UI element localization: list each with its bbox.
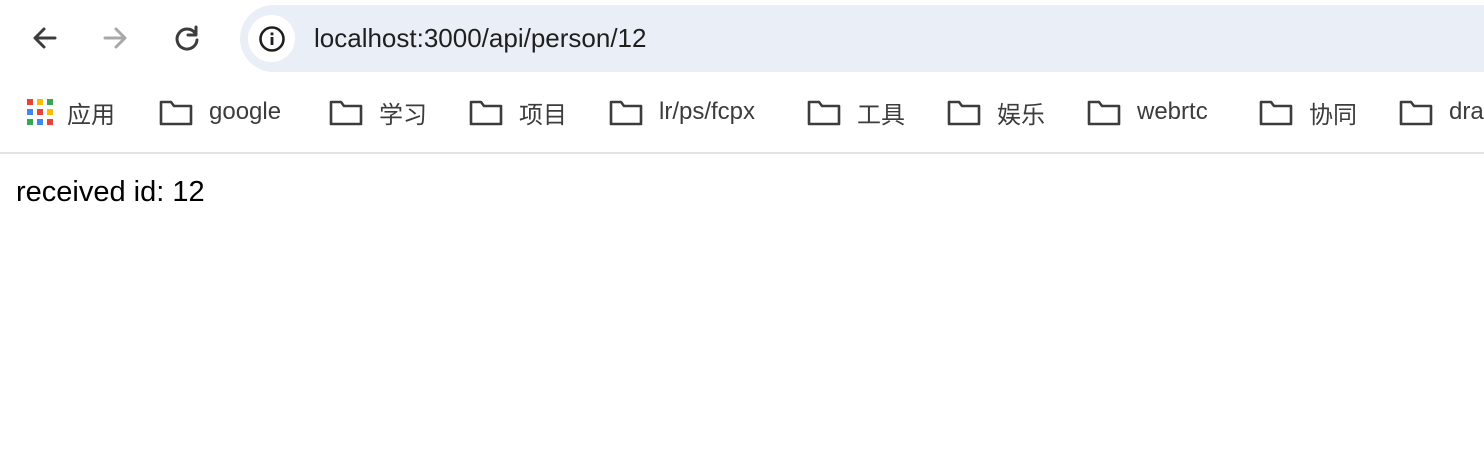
folder-icon [947,100,981,126]
address-bar[interactable]: localhost:3000/api/person/12 [240,5,1484,72]
apps-grid-icon [27,99,53,125]
folder-icon [807,100,841,126]
bookmark-label: 娱乐 [997,101,1045,129]
bookmark-label: webrtc [1137,98,1208,125]
bookmark-folder[interactable]: 工具 [807,96,905,129]
bookmark-folder[interactable]: 协同 [1259,96,1357,129]
url-text[interactable]: localhost:3000/api/person/12 [314,22,646,54]
folder-icon [1087,100,1121,126]
bookmark-label: google [209,98,282,125]
bookmark-folder[interactable]: lr/ps/fcpx [609,96,755,128]
bookmark-folder[interactable]: webrtc [1087,96,1208,128]
bookmark-folder[interactable]: 学习 [329,96,427,129]
forward-button[interactable] [94,17,136,59]
bookmarks-bar: 应用 google 学习 项目 lr/ps/fcpx 工具 娱乐 webrtc … [0,78,1484,154]
folder-icon [469,100,503,126]
response-text: received id: 12 [16,176,205,208]
bookmark-label: 学习 [379,101,427,129]
bookmark-label: 项目 [519,101,567,129]
info-circle-icon [258,25,285,52]
arrow-right-icon [103,27,127,49]
bookmark-folder[interactable]: 娱乐 [947,96,1045,129]
bookmark-label: lr/ps/fcpx [659,98,756,125]
reload-icon [175,25,199,51]
folder-icon [1399,100,1433,126]
bookmark-label: 协同 [1309,101,1357,129]
browser-toolbar: localhost:3000/api/person/12 [0,0,1484,78]
site-info-button[interactable] [248,15,295,62]
back-button[interactable] [24,17,66,59]
bookmark-apps[interactable]: 应用 [27,96,115,129]
bookmark-folder[interactable]: dra [1399,96,1484,128]
bookmark-label: dra [1449,98,1484,125]
folder-icon [159,100,193,126]
folder-icon [329,100,363,126]
bookmark-label: 应用 [67,101,115,129]
arrow-left-icon [33,27,57,49]
folder-icon [1259,100,1293,126]
folder-icon [609,100,643,126]
bookmark-folder[interactable]: google [159,96,281,128]
bookmark-folder[interactable]: 项目 [469,96,567,129]
reload-button[interactable] [166,17,208,59]
bookmark-label: 工具 [857,101,905,129]
